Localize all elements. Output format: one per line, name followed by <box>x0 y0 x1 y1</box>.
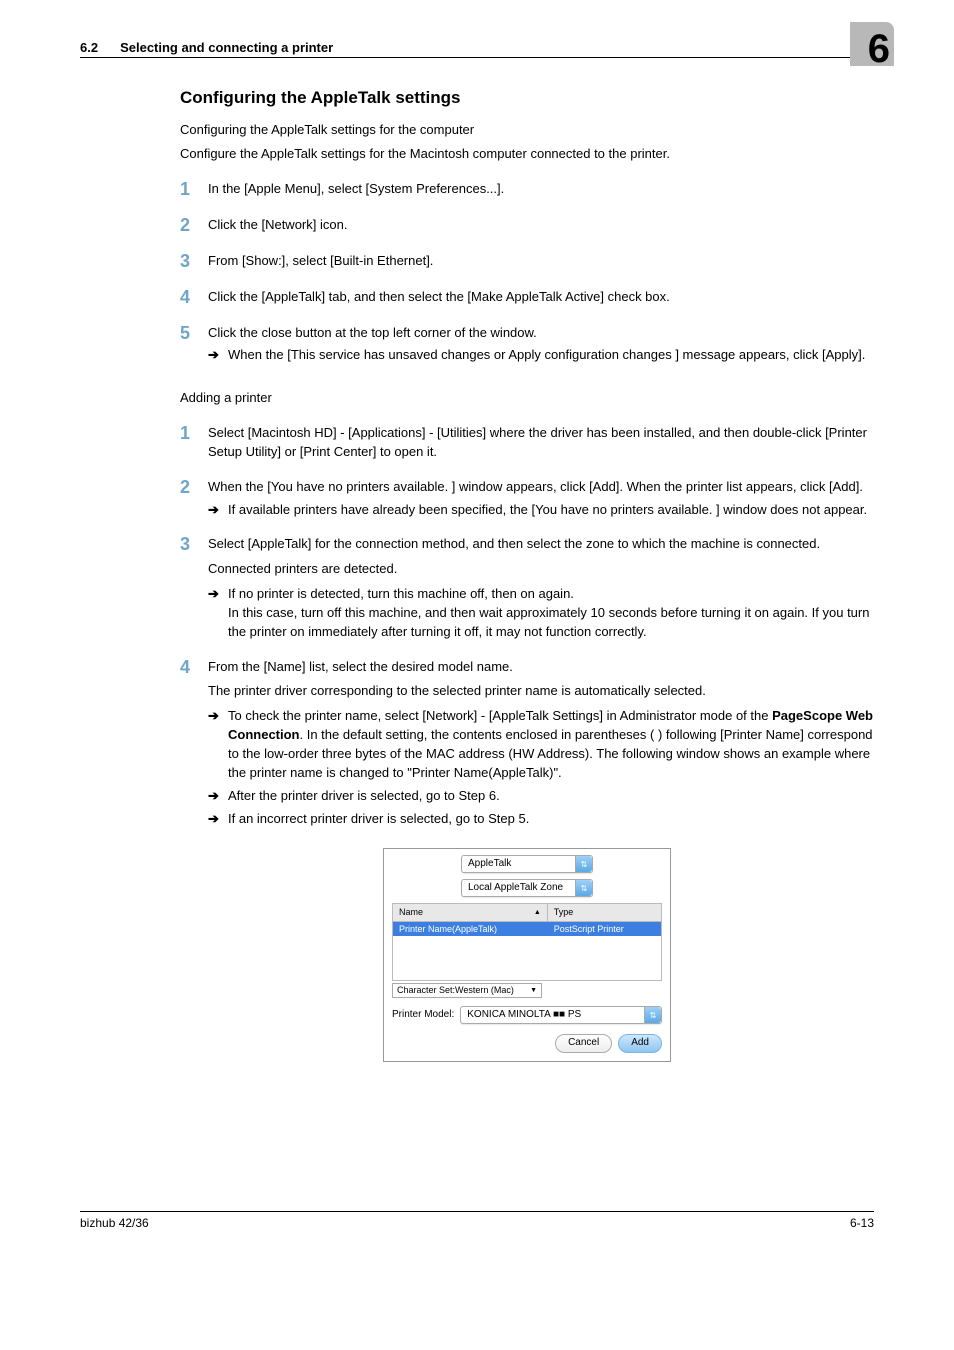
dropdown-arrow-icon: ⇅ <box>575 880 592 896</box>
step-text: Click the close button at the top left c… <box>208 324 874 343</box>
sub-item: ➔ If no printer is detected, turn this m… <box>208 585 874 642</box>
sub-item: ➔ When the [This service has unsaved cha… <box>208 346 874 365</box>
charset-select[interactable]: Character Set:Western (Mac) ▼ <box>392 983 542 998</box>
dropdown-arrow-icon: ⇅ <box>575 856 592 872</box>
step: 5 Click the close button at the top left… <box>180 324 874 366</box>
step-number: 4 <box>180 658 208 829</box>
chapter-badge: 6 <box>850 22 894 66</box>
cancel-button[interactable]: Cancel <box>555 1034 612 1053</box>
sub-text: After the printer driver is selected, go… <box>228 787 874 806</box>
step: 1 In the [Apple Menu], select [System Pr… <box>180 180 874 200</box>
step-number: 3 <box>180 252 208 272</box>
running-header: 6.2 Selecting and connecting a printer <box>80 40 874 58</box>
sub-text: If available printers have already been … <box>228 501 874 520</box>
step-text: Select [AppleTalk] for the connection me… <box>208 535 874 554</box>
footer-model: bizhub 42/36 <box>80 1216 149 1230</box>
step-text: Click the [Network] icon. <box>208 216 874 236</box>
printer-model-label: Printer Model: <box>392 1008 454 1023</box>
step-text: Click the [AppleTalk] tab, and then sele… <box>208 288 874 308</box>
printer-list[interactable]: Printer Name(AppleTalk) PostScript Print… <box>392 922 662 981</box>
sub-item: ➔ To check the printer name, select [Net… <box>208 707 874 782</box>
step-text: From the [Name] list, select the desired… <box>208 658 874 677</box>
step-text: From [Show:], select [Built-in Ethernet]… <box>208 252 874 272</box>
list-item[interactable]: Printer Name(AppleTalk) PostScript Print… <box>393 922 661 936</box>
step: 3 Select [AppleTalk] for the connection … <box>180 535 874 641</box>
dropdown-arrow-icon: ▼ <box>530 986 537 996</box>
step-number: 1 <box>180 424 208 462</box>
arrow-icon: ➔ <box>208 787 228 806</box>
sub-item: ➔ After the printer driver is selected, … <box>208 787 874 806</box>
page-footer: bizhub 42/36 6-13 <box>80 1211 874 1230</box>
step-text: Connected printers are detected. <box>208 560 874 579</box>
arrow-icon: ➔ <box>208 707 228 782</box>
zone-select[interactable]: Local AppleTalk Zone ⇅ <box>461 879 593 897</box>
step-number: 4 <box>180 288 208 308</box>
section-number: 6.2 <box>80 40 98 55</box>
step: 1 Select [Macintosh HD] - [Applications]… <box>180 424 874 462</box>
step: 4 From the [Name] list, select the desir… <box>180 658 874 829</box>
column-name: Name <box>399 906 423 919</box>
step-number: 3 <box>180 535 208 641</box>
step-number: 2 <box>180 478 208 520</box>
printer-browser-screenshot: AppleTalk ⇅ Local AppleTalk Zone ⇅ Name … <box>383 848 671 1062</box>
step: 2 Click the [Network] icon. <box>180 216 874 236</box>
step: 3 From [Show:], select [Built-in Etherne… <box>180 252 874 272</box>
step: 4 Click the [AppleTalk] tab, and then se… <box>180 288 874 308</box>
select-label: AppleTalk <box>462 857 575 872</box>
printer-name: Printer Name(AppleTalk) <box>393 923 548 936</box>
step-text: Select [Macintosh HD] - [Applications] -… <box>208 424 874 462</box>
add-button[interactable]: Add <box>618 1034 662 1053</box>
step: 2 When the [You have no printers availab… <box>180 478 874 520</box>
step-number: 2 <box>180 216 208 236</box>
step-text: In the [Apple Menu], select [System Pref… <box>208 180 874 200</box>
footer-page-number: 6-13 <box>850 1216 874 1230</box>
arrow-icon: ➔ <box>208 346 228 365</box>
printer-model-select[interactable]: KONICA MINOLTA ■■ PS ⇅ <box>460 1006 662 1024</box>
printer-type: PostScript Printer <box>548 923 661 936</box>
section-title: Selecting and connecting a printer <box>120 40 874 55</box>
sub-item: ➔ If an incorrect printer driver is sele… <box>208 810 874 829</box>
dropdown-arrow-icon: ⇅ <box>644 1007 661 1023</box>
charset-label: Character Set:Western (Mac) <box>397 984 514 997</box>
column-type: Type <box>548 904 661 921</box>
intro-text: Configure the AppleTalk settings for the… <box>180 145 874 164</box>
sub-text: In this case, turn off this machine, and… <box>228 605 869 639</box>
select-label: KONICA MINOLTA ■■ PS <box>461 1008 644 1023</box>
step-number: 5 <box>180 324 208 366</box>
step-text: The printer driver corresponding to the … <box>208 682 874 701</box>
sub-text: When the [This service has unsaved chang… <box>228 346 874 365</box>
sub-text: To check the printer name, select [Netwo… <box>228 707 874 782</box>
arrow-icon: ➔ <box>208 810 228 829</box>
subheading-adding-printer: Adding a printer <box>180 389 874 408</box>
sub-text: If no printer is detected, turn this mac… <box>228 586 574 601</box>
sub-text: If an incorrect printer driver is select… <box>228 810 874 829</box>
printer-list-header: Name ▲ Type <box>392 903 662 922</box>
sort-asc-icon: ▲ <box>534 908 541 918</box>
select-label: Local AppleTalk Zone <box>462 881 575 896</box>
arrow-icon: ➔ <box>208 585 228 642</box>
connection-method-select[interactable]: AppleTalk ⇅ <box>461 855 593 873</box>
intro-sub: Configuring the AppleTalk settings for t… <box>180 121 874 140</box>
arrow-icon: ➔ <box>208 501 228 520</box>
step-number: 1 <box>180 180 208 200</box>
heading-configuring-appletalk: Configuring the AppleTalk settings <box>180 86 874 111</box>
step-text: When the [You have no printers available… <box>208 478 874 497</box>
sub-item: ➔ If available printers have already bee… <box>208 501 874 520</box>
